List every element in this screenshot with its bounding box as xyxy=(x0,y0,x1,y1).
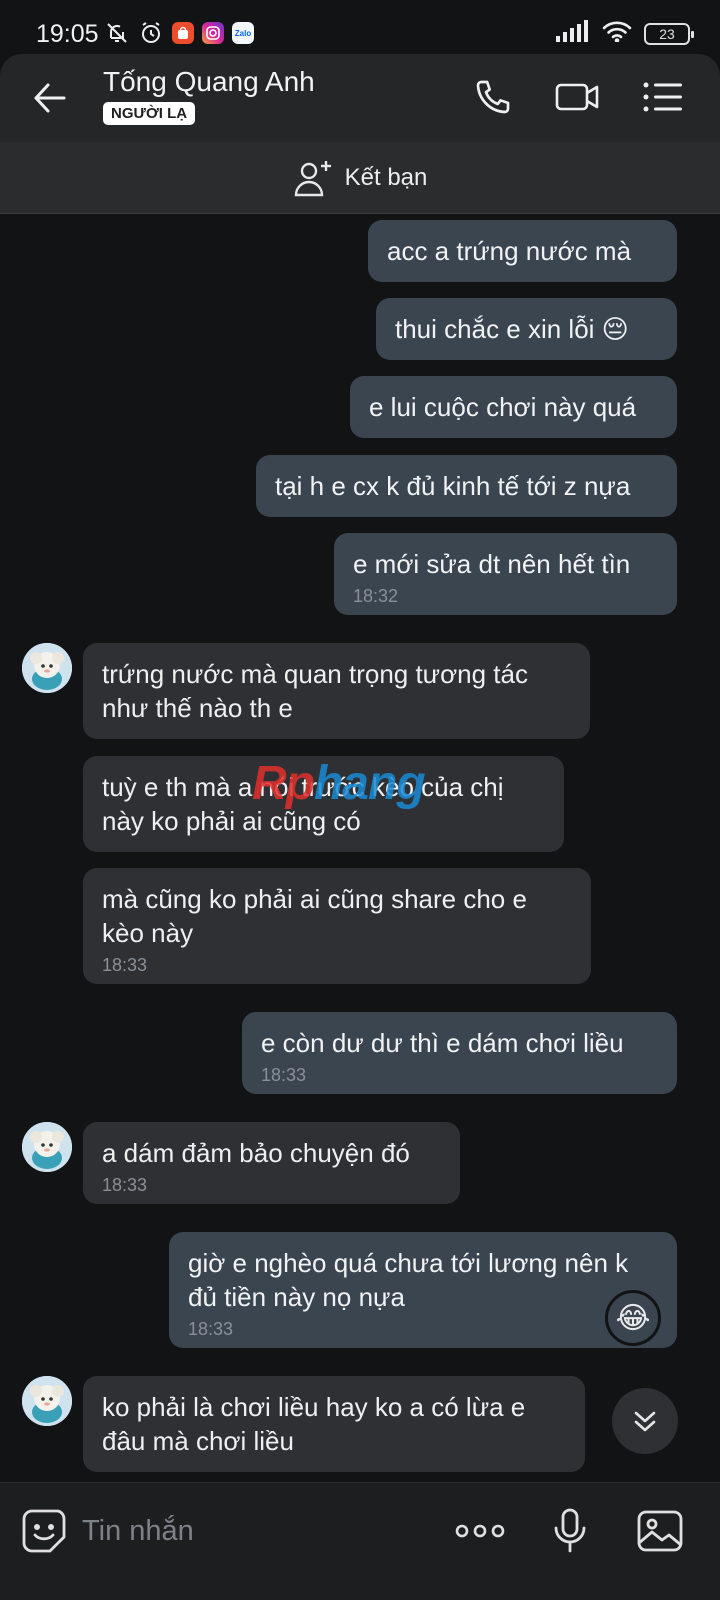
voice-message-button[interactable] xyxy=(544,1505,596,1557)
stranger-badge: NGƯỜI LẠ xyxy=(103,102,196,125)
contact-name[interactable]: Tống Quang Anh xyxy=(103,66,315,98)
back-arrow-icon xyxy=(34,83,66,113)
gallery-button[interactable] xyxy=(634,1505,686,1557)
wifi-icon xyxy=(602,20,632,47)
voice-call-button[interactable] xyxy=(470,74,516,120)
message-text: giờ e nghèo quá chưa tới lương nên k đủ … xyxy=(188,1248,629,1312)
signal-icon xyxy=(556,20,590,47)
avatar[interactable] xyxy=(22,1376,72,1426)
more-dots-icon xyxy=(455,1524,505,1538)
message-input-bar: Tin nhắn xyxy=(0,1482,720,1600)
microphone-icon xyxy=(554,1508,586,1553)
zalo-app-icon: Zalo xyxy=(232,22,254,44)
alarm-icon xyxy=(138,20,164,46)
message-text: tại h e cx k đủ kinh tế tới z nựa xyxy=(275,471,631,501)
status-system-icons: 23 xyxy=(556,20,694,47)
message-text: mà cũng ko phải ai cũng share cho e kèo … xyxy=(102,884,527,948)
incoming-message[interactable]: trứng nước mà quan trọng tương tác như t… xyxy=(83,643,590,739)
sheep-avatar-icon xyxy=(22,643,72,693)
outgoing-message[interactable]: acc a trứng nước mà xyxy=(368,220,677,282)
phone-icon xyxy=(476,80,510,114)
list-menu-icon xyxy=(643,82,682,112)
laughing-reaction-icon[interactable]: 😂 xyxy=(605,1290,661,1346)
double-chevron-down-icon xyxy=(634,1411,656,1432)
incoming-message[interactable]: a dám đảm bảo chuyện đó 18:33 xyxy=(83,1122,460,1204)
video-call-button[interactable] xyxy=(554,74,600,120)
avatar[interactable] xyxy=(22,1122,72,1172)
message-text: e mới sửa dt nên hết tìn xyxy=(353,549,631,579)
add-friend-button[interactable]: Kết bạn xyxy=(0,142,720,214)
message-text: a dám đảm bảo chuyện đó xyxy=(102,1138,410,1168)
message-input[interactable]: Tin nhắn xyxy=(82,1511,422,1551)
incoming-message[interactable]: tuỳ e th mà a nói trước kèo của chị này … xyxy=(83,756,564,852)
message-time: 18:32 xyxy=(353,586,399,606)
message-time: 18:33 xyxy=(102,1175,148,1195)
video-camera-icon xyxy=(555,83,599,111)
image-gallery-icon xyxy=(637,1510,683,1552)
add-user-icon xyxy=(294,160,331,196)
message-text: thui chắc e xin lỗi 😔 xyxy=(395,314,629,344)
back-button[interactable] xyxy=(28,76,72,120)
outgoing-message[interactable]: e mới sửa dt nên hết tìn 18:32 xyxy=(334,533,677,615)
message-text: acc a trứng nước mà xyxy=(387,236,632,266)
battery-icon: 23 xyxy=(644,22,694,45)
message-time: 18:33 xyxy=(188,1319,234,1339)
scroll-to-bottom-button[interactable] xyxy=(612,1388,678,1454)
status-time: 19:05 xyxy=(36,20,99,48)
avatar[interactable] xyxy=(22,643,72,693)
sticker-button[interactable] xyxy=(18,1505,70,1557)
incoming-message[interactable]: mà cũng ko phải ai cũng share cho e kèo … xyxy=(83,868,591,984)
message-text: tuỳ e th mà a nói trước kèo của chị này … xyxy=(102,772,504,836)
sheep-avatar-icon xyxy=(22,1376,72,1426)
message-time: 18:33 xyxy=(102,955,148,975)
sheep-avatar-icon xyxy=(22,1122,72,1172)
outgoing-message[interactable]: e lui cuộc chơi này quá xyxy=(350,376,677,438)
instagram-app-icon xyxy=(202,22,224,44)
incoming-message[interactable]: ko phải là chơi liều hay ko a có lừa e đ… xyxy=(83,1376,585,1472)
mute-bell-icon xyxy=(104,20,130,46)
shopee-app-icon xyxy=(172,22,194,44)
sticker-smile-icon xyxy=(22,1509,66,1553)
message-time: 18:33 xyxy=(261,1065,307,1085)
outgoing-message[interactable]: tại h e cx k đủ kinh tế tới z nựa xyxy=(256,455,677,517)
more-options-button[interactable] xyxy=(454,1505,506,1557)
outgoing-message[interactable]: thui chắc e xin lỗi 😔 xyxy=(376,298,677,360)
message-text: e lui cuộc chơi này quá xyxy=(369,392,637,422)
status-notification-icons: Zalo xyxy=(104,20,254,46)
message-text: trứng nước mà quan trọng tương tác như t… xyxy=(102,659,528,723)
chat-options-button[interactable] xyxy=(640,74,686,120)
outgoing-message[interactable]: giờ e nghèo quá chưa tới lương nên k đủ … xyxy=(169,1232,677,1348)
status-bar: 19:05 Zalo 23 xyxy=(0,0,720,54)
message-text: e còn dư dư thì e dám chơi liều xyxy=(261,1028,624,1058)
message-text: ko phải là chơi liều hay ko a có lừa e đ… xyxy=(102,1392,526,1456)
add-friend-label: Kết bạn xyxy=(344,163,428,191)
chat-header: Tống Quang Anh NGƯỜI LẠ xyxy=(0,54,720,142)
outgoing-message[interactable]: e còn dư dư thì e dám chơi liều 18:33 xyxy=(242,1012,677,1094)
